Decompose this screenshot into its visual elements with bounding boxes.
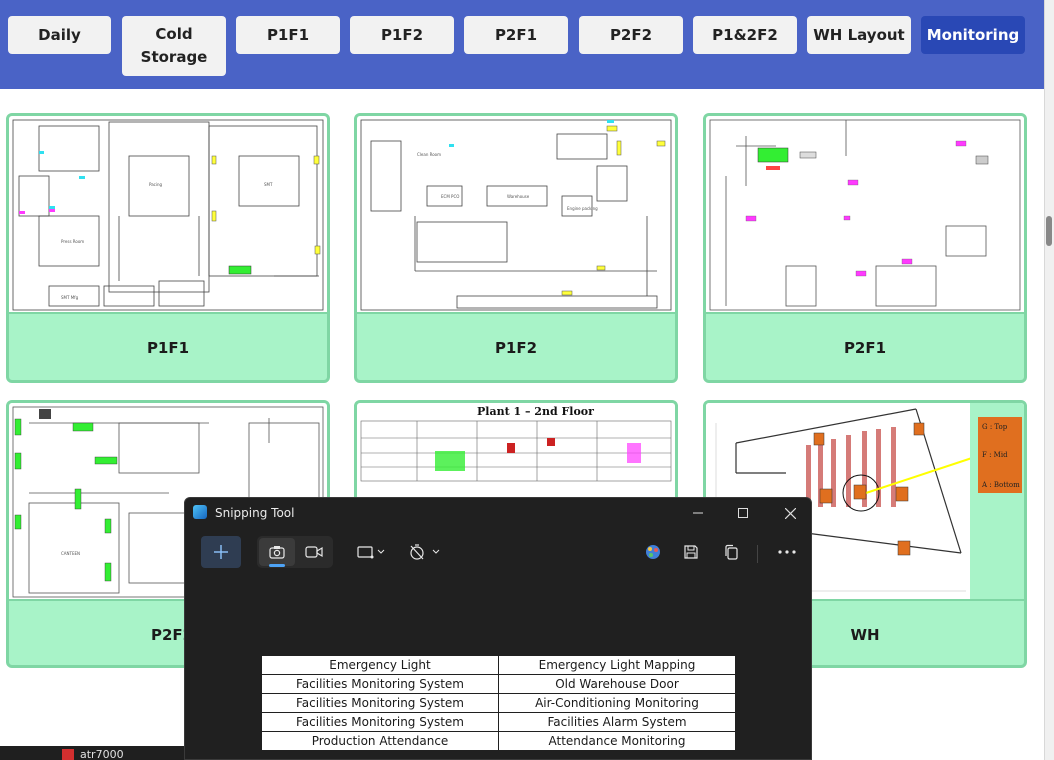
svg-text:Pacing: Pacing xyxy=(149,182,163,187)
paint-palette-icon xyxy=(646,545,660,559)
floorplan-p2f1-thumbnail xyxy=(706,116,1024,314)
tab-cold-storage[interactable]: Cold Storage xyxy=(122,16,226,76)
table-row: Facilities Monitoring System Facilities … xyxy=(261,712,736,732)
edit-in-paint-button[interactable] xyxy=(637,536,669,568)
svg-text:SMT Mfg: SMT Mfg xyxy=(61,295,79,300)
tab-p2f2[interactable]: P2F2 xyxy=(579,16,683,54)
screenshot-mode-button[interactable] xyxy=(259,538,295,567)
table-cell: Facilities Monitoring System xyxy=(261,693,499,713)
svg-text:CANTEEN: CANTEEN xyxy=(61,551,80,556)
page-background-strip xyxy=(812,738,1044,760)
table-cell: Emergency Light xyxy=(261,655,499,675)
maximize-icon xyxy=(738,508,748,518)
wh-legend-bottom: A : Bottom xyxy=(981,481,1020,489)
minimize-button[interactable] xyxy=(683,502,713,524)
table-cell: Facilities Monitoring System xyxy=(261,712,499,732)
camera-icon xyxy=(269,546,285,559)
save-icon xyxy=(684,545,698,559)
snipping-tool-titlebar[interactable]: Snipping Tool xyxy=(185,498,811,528)
table-row: Emergency Light Emergency Light Mapping xyxy=(261,655,736,675)
active-mode-indicator xyxy=(269,564,285,567)
floorplan-p1f2-drawing: Clean Room ECM PCO Warehouse Engine pack… xyxy=(360,119,672,311)
snip-shape-dropdown[interactable] xyxy=(353,536,389,568)
card-p2f1[interactable]: P2F1 xyxy=(703,113,1027,383)
wh-legend-top: G : Top xyxy=(982,423,1008,431)
taskbar-file-label[interactable]: atr7000 xyxy=(80,748,124,760)
plant1-floor2-title: Plant 1 – 2nd Floor xyxy=(477,405,594,418)
toolbar-divider xyxy=(757,545,758,563)
table-cell: Emergency Light Mapping xyxy=(498,655,736,675)
table-row: Facilities Monitoring System Air-Conditi… xyxy=(261,693,736,713)
snipping-tool-toolbar xyxy=(185,528,811,576)
top-navbar: Daily Cold Storage P1F1 P1F2 P2F1 P2F2 P… xyxy=(0,0,1044,89)
copy-button[interactable] xyxy=(715,536,747,568)
tab-p1f2[interactable]: P1F2 xyxy=(350,16,454,54)
table-cell: Facilities Monitoring System xyxy=(261,674,499,694)
captured-monitoring-table: Emergency Light Emergency Light Mapping … xyxy=(261,655,736,751)
snip-delay-dropdown[interactable] xyxy=(407,536,443,568)
new-snip-button[interactable] xyxy=(201,536,241,568)
table-cell: Old Warehouse Door xyxy=(498,674,736,694)
floorplan-p1f2-thumbnail: Clean Room ECM PCO Warehouse Engine pack… xyxy=(357,116,675,314)
tab-p1f1[interactable]: P1F1 xyxy=(236,16,340,54)
maximize-button[interactable] xyxy=(728,502,758,524)
video-camera-icon xyxy=(305,546,323,558)
tab-p1-2f2[interactable]: P1&2F2 xyxy=(693,16,797,54)
card-p1f2[interactable]: Clean Room ECM PCO Warehouse Engine pack… xyxy=(354,113,678,383)
svg-text:SMT: SMT xyxy=(264,182,273,187)
svg-text:ECM PCO: ECM PCO xyxy=(441,194,459,199)
page-scrollbar-thumb[interactable] xyxy=(1046,216,1052,246)
copy-icon xyxy=(725,544,738,560)
svg-text:Engine packing: Engine packing xyxy=(567,206,598,211)
table-cell: Facilities Alarm System xyxy=(498,712,736,732)
pdf-file-icon[interactable] xyxy=(62,749,74,760)
capture-mode-group xyxy=(257,536,333,568)
snipping-tool-title: Snipping Tool xyxy=(215,506,295,520)
table-cell: Attendance Monitoring xyxy=(498,731,736,751)
svg-text:Press Room: Press Room xyxy=(61,239,84,244)
rectangle-snip-icon xyxy=(357,546,385,559)
card-p1f1-label: P1F1 xyxy=(146,339,190,357)
table-row: Facilities Monitoring System Old Warehou… xyxy=(261,674,736,694)
tab-p2f1[interactable]: P2F1 xyxy=(464,16,568,54)
more-options-icon xyxy=(778,550,796,554)
wh-legend-mid: F : Mid xyxy=(982,451,1008,459)
floorplan-p1f1-drawing: Pacing SMT Press Room SMT Mfg xyxy=(12,119,324,311)
snipping-tool-app-icon xyxy=(193,505,207,519)
card-p2f1-label: P2F1 xyxy=(843,339,887,357)
tab-monitoring[interactable]: Monitoring xyxy=(921,16,1025,54)
svg-text:Clean Room: Clean Room xyxy=(417,152,441,157)
svg-text:Warehouse: Warehouse xyxy=(507,194,530,199)
table-cell: Air-Conditioning Monitoring xyxy=(498,693,736,713)
record-mode-button[interactable] xyxy=(297,538,331,566)
card-p1f2-label: P1F2 xyxy=(494,339,538,357)
tab-wh-layout[interactable]: WH Layout xyxy=(807,16,911,54)
save-button[interactable] xyxy=(675,536,707,568)
card-p1f1[interactable]: Pacing SMT Press Room SMT Mfg P1F1 xyxy=(6,113,330,383)
timer-off-icon xyxy=(410,544,440,560)
close-button[interactable] xyxy=(775,502,805,524)
snipping-tool-window[interactable]: Snipping Tool Emergency Light Emergency … xyxy=(184,497,812,760)
table-cell: Production Attendance xyxy=(261,731,499,751)
minimize-icon xyxy=(693,512,703,514)
page-scrollbar[interactable] xyxy=(1044,0,1054,760)
plus-icon xyxy=(214,545,228,559)
app-root: Daily Cold Storage P1F1 P1F2 P2F1 P2F2 P… xyxy=(0,0,1054,760)
table-row: Production Attendance Attendance Monitor… xyxy=(261,731,736,751)
close-icon xyxy=(784,507,796,519)
floorplan-p2f1-drawing xyxy=(709,119,1021,311)
tab-daily[interactable]: Daily xyxy=(8,16,111,54)
more-options-button[interactable] xyxy=(771,536,803,568)
tab-cold-storage-label: Cold Storage xyxy=(140,25,208,66)
floorplan-p1f1-thumbnail: Pacing SMT Press Room SMT Mfg xyxy=(9,116,327,314)
